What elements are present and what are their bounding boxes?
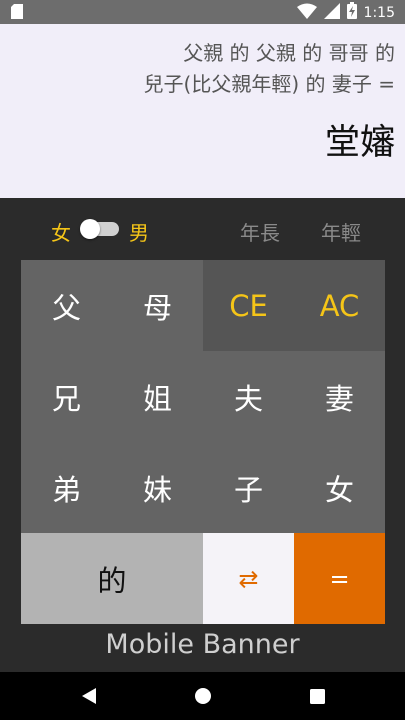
cellular-signal-icon: [323, 2, 340, 23]
key-elder-sister[interactable]: 姐: [112, 351, 203, 442]
clear-entry-button[interactable]: CE: [203, 260, 294, 351]
key-husband[interactable]: 夫: [203, 351, 294, 442]
key-father[interactable]: 父: [21, 260, 112, 351]
key-elder-brother[interactable]: 兄: [21, 351, 112, 442]
sd-card-icon: [11, 4, 23, 23]
key-wife[interactable]: 妻: [294, 351, 385, 442]
all-clear-button[interactable]: AC: [294, 260, 385, 351]
result-display: 父親 的 父親 的 哥哥 的 兒子(比父親年輕) 的 妻子 = 堂嬸: [0, 24, 405, 198]
gender-female-label[interactable]: 女: [51, 217, 71, 246]
options-row: 女 男 年長 年輕: [0, 198, 405, 260]
status-bar: 1:15: [0, 0, 405, 24]
equals-button[interactable]: =: [294, 533, 385, 624]
mobile-banner[interactable]: Mobile Banner: [0, 624, 405, 672]
battery-charging-icon: [346, 2, 357, 23]
key-son[interactable]: 子: [203, 442, 294, 533]
key-younger-sister[interactable]: 妹: [112, 442, 203, 533]
recents-icon[interactable]: [307, 686, 327, 706]
key-mother[interactable]: 母: [112, 260, 203, 351]
gender-switch[interactable]: [80, 219, 119, 239]
switch-knob: [80, 219, 100, 239]
navigation-bar: [0, 672, 405, 720]
expression-line-2: 兒子(比父親年輕) 的 妻子 =: [143, 72, 395, 96]
older-button[interactable]: 年長: [240, 217, 280, 246]
result-text: 堂嬸: [324, 123, 395, 163]
key-daughter[interactable]: 女: [294, 442, 385, 533]
key-younger-brother[interactable]: 弟: [21, 442, 112, 533]
status-time: 1:15: [363, 4, 395, 21]
younger-button[interactable]: 年輕: [321, 217, 361, 246]
key-of[interactable]: 的: [21, 533, 203, 624]
home-icon[interactable]: [193, 686, 213, 706]
swap-button[interactable]: ⇄: [203, 533, 294, 624]
back-icon[interactable]: [79, 686, 99, 706]
expression-text: 父親 的 父親 的 哥哥 的 兒子(比父親年輕) 的 妻子 =: [15, 38, 395, 100]
expression-line-1: 父親 的 父親 的 哥哥 的: [183, 41, 395, 65]
keypad: 父 母 CE AC 兄 姐 夫 妻 弟 妹 子 女 的 ⇄ =: [21, 260, 385, 624]
gender-male-label[interactable]: 男: [129, 217, 149, 246]
wifi-icon: [296, 3, 317, 23]
